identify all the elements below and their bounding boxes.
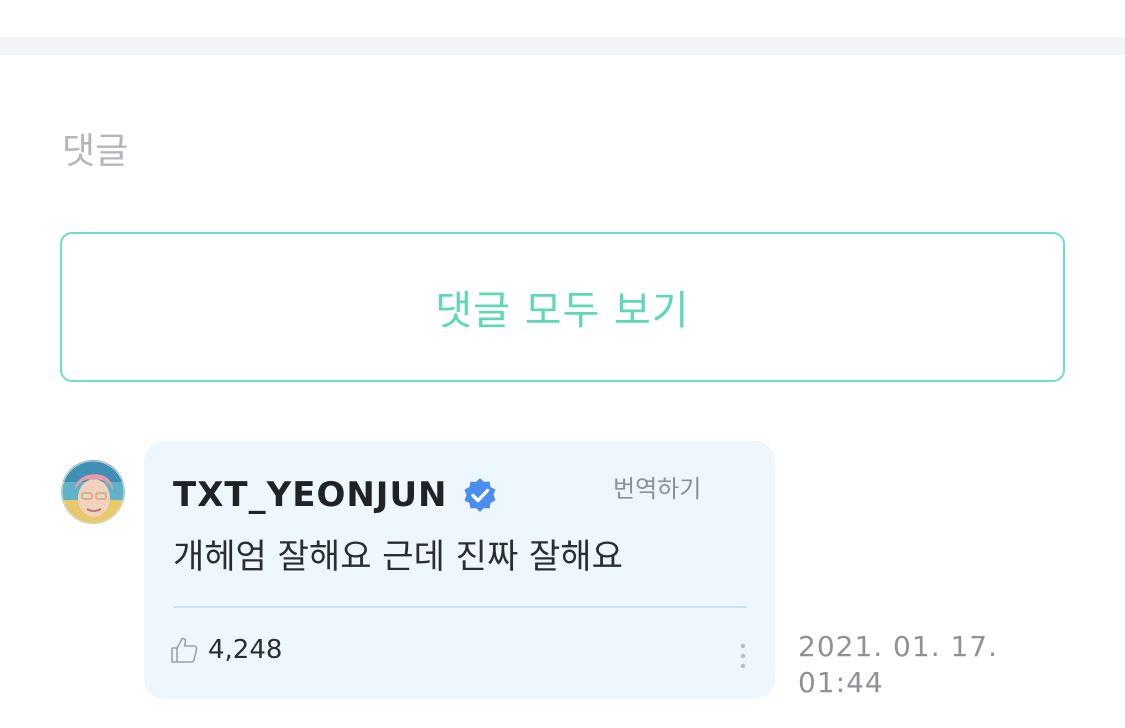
like-count: 4,248	[208, 635, 283, 665]
top-divider-strip	[0, 37, 1125, 55]
comment-author[interactable]: TXT_YEONJUN	[173, 475, 498, 515]
author-name[interactable]: TXT_YEONJUN	[173, 475, 448, 515]
like-button[interactable]: 4,248	[170, 635, 282, 665]
comment-timestamp: 2021. 01. 17. 01:44	[798, 630, 999, 699]
comment-text: 개헤엄 잘해요 근데 진짜 잘해요	[173, 537, 623, 577]
translate-link[interactable]: 번역하기	[613, 473, 701, 505]
comment-card: TXT_YEONJUN 번역하기 개헤엄 잘해요 근데 진짜 잘해요 4,248	[144, 441, 775, 699]
thumbs-up-icon	[171, 637, 198, 663]
section-title: 댓글	[62, 131, 129, 172]
more-options-icon[interactable]	[736, 641, 750, 671]
verified-badge-icon	[464, 478, 496, 512]
comment-divider	[174, 606, 746, 608]
view-all-comments-label: 댓글 모두 보기	[435, 288, 690, 334]
avatar[interactable]	[61, 460, 125, 524]
avatar-image	[61, 460, 125, 524]
view-all-comments-button[interactable]: 댓글 모두 보기	[60, 232, 1065, 382]
